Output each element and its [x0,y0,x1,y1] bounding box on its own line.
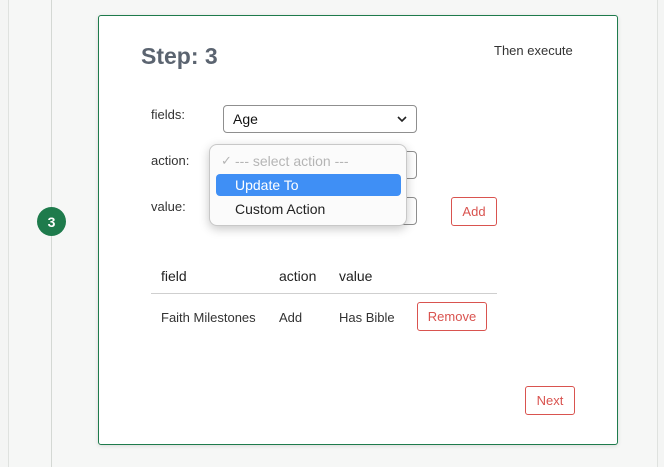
next-button[interactable]: Next [525,386,575,415]
column-header-value: value [339,268,373,284]
step-title: Step: 3 [141,43,218,69]
chevron-down-icon [397,116,407,123]
action-dropdown-menu: ✓ --- select action --- Update To Custom… [209,144,407,226]
column-header-action: action [279,268,317,284]
dropdown-option-update-to[interactable]: Update To [216,174,401,196]
step-subtitle: Then execute [494,43,573,58]
row-value-cell: Has Bible [339,310,395,325]
step-number-badge: 3 [37,207,66,236]
dropdown-option-label: Update To [235,177,299,193]
fields-select[interactable]: Age [223,105,417,133]
dropdown-option-placeholder: ✓ --- select action --- [216,150,401,172]
add-button[interactable]: Add [451,197,497,226]
dropdown-option-custom-action[interactable]: Custom Action [216,198,401,220]
row-action-cell: Add [279,310,303,325]
fields-label: fields: [151,107,185,122]
checkmark-icon: ✓ [221,153,232,168]
remove-button[interactable]: Remove [417,302,487,331]
dropdown-option-label: --- select action --- [235,153,349,169]
step-card: Step: 3 Then execute fields: Age action:… [98,15,618,445]
action-label: action: [151,153,190,168]
row-field-cell: Faith Milestones [161,310,256,325]
column-header-field: field [161,268,187,284]
value-label: value: [151,199,186,214]
table-divider [151,293,497,294]
fields-select-value: Age [233,111,258,127]
dropdown-option-label: Custom Action [235,201,326,217]
